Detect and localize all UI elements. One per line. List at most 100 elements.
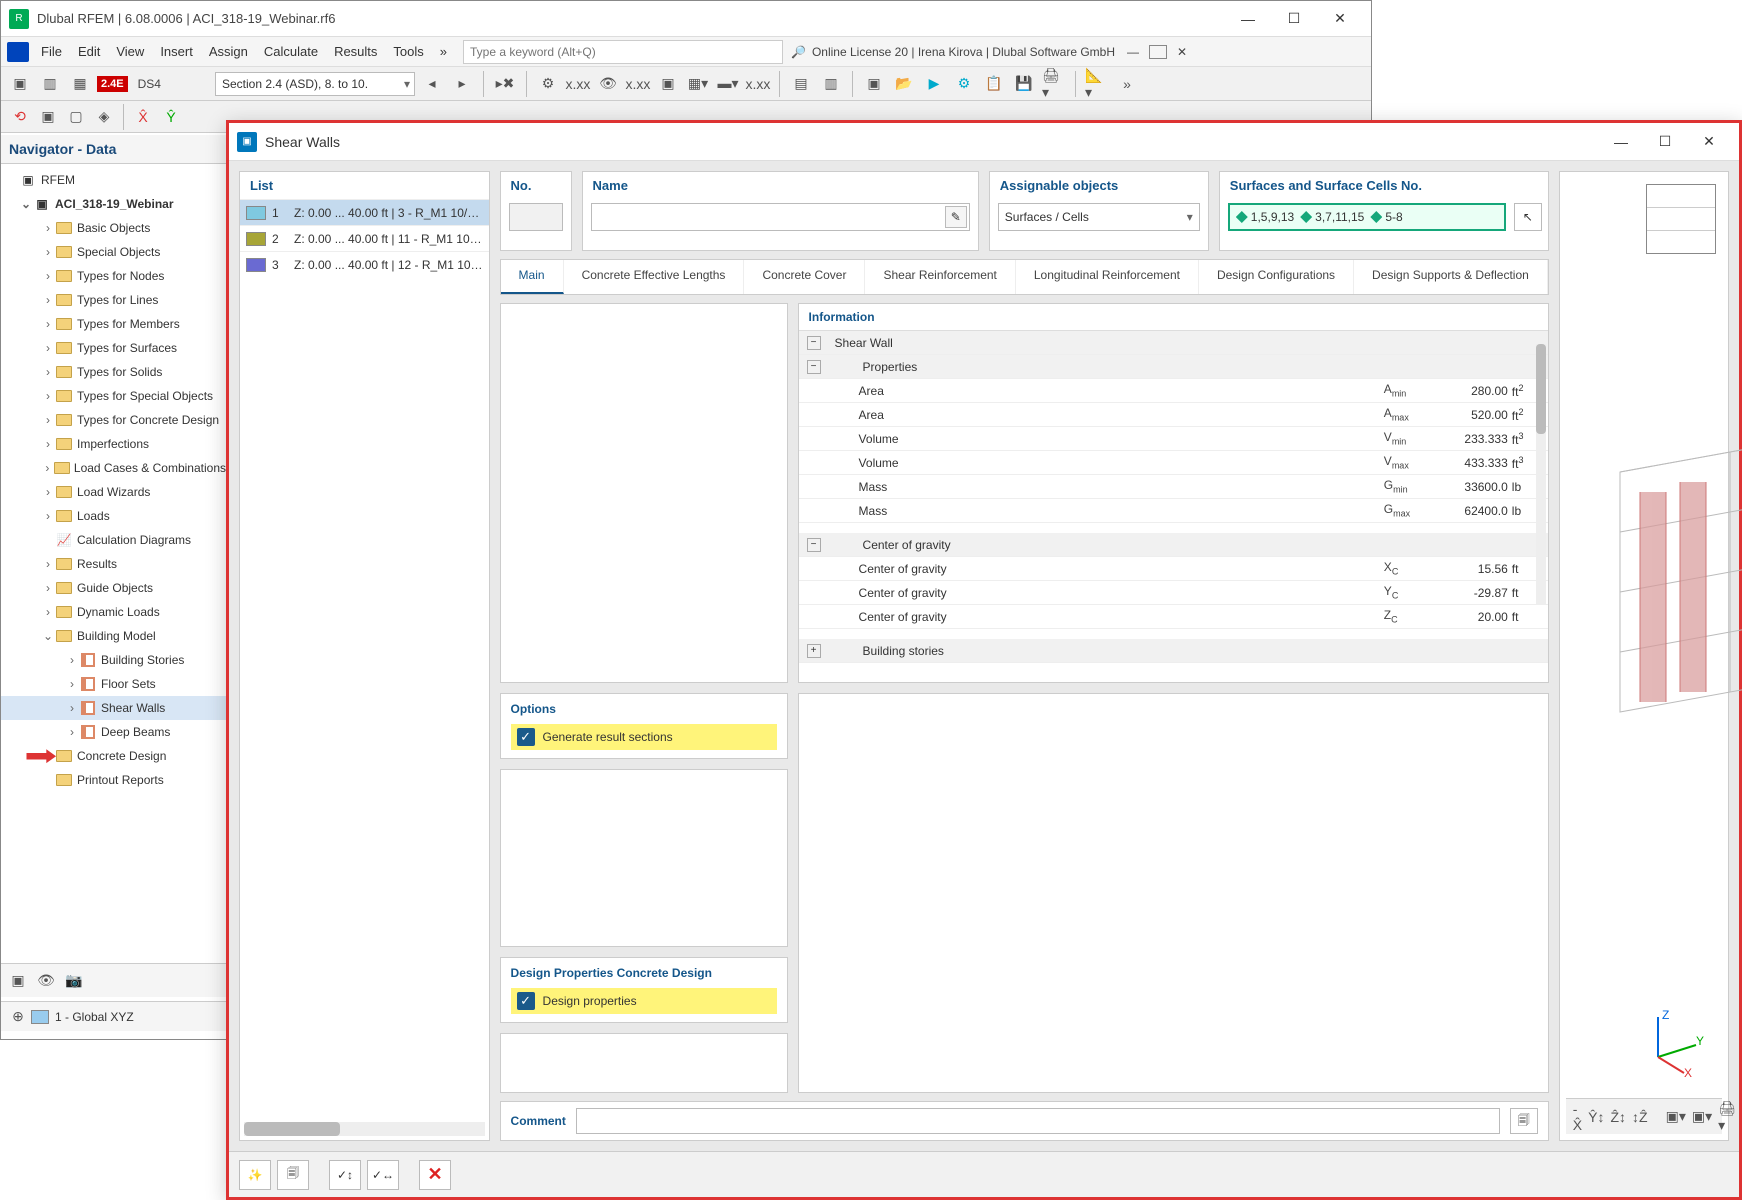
camera-icon[interactable]: 📷 xyxy=(61,968,87,994)
view-z-icon[interactable]: Ẑ↕ xyxy=(1609,1104,1627,1130)
tool-icon[interactable]: x.xx xyxy=(625,71,651,97)
restore-icon[interactable] xyxy=(1149,45,1167,59)
tool-icon[interactable]: ▣ xyxy=(5,968,31,994)
tab-shear-reinf[interactable]: Shear Reinforcement xyxy=(865,260,1015,294)
cube-icon[interactable]: ▣ xyxy=(655,71,681,97)
check2-button[interactable]: ✓↔ xyxy=(367,1160,399,1190)
tree-item[interactable]: Types for Lines xyxy=(77,293,158,307)
list-item[interactable]: 2 Z: 0.00 ... 40.00 ft | 11 - R_M1 10… xyxy=(240,225,489,251)
model-preview[interactable] xyxy=(1580,352,1742,792)
play-icon[interactable]: ▶ xyxy=(921,71,947,97)
tree-project[interactable]: ACI_318-19_Webinar xyxy=(55,197,174,211)
dialog-close[interactable]: ✕ xyxy=(1687,127,1731,157)
tool-icon[interactable]: ⚙ xyxy=(535,71,561,97)
menu-results[interactable]: Results xyxy=(326,40,385,63)
new-button[interactable]: ✨ xyxy=(239,1160,271,1190)
tool-icon[interactable]: ▥ xyxy=(818,71,844,97)
tree-item[interactable]: Deep Beams xyxy=(101,725,170,739)
tree-item[interactable]: Types for Members xyxy=(77,317,180,331)
menu-tools[interactable]: Tools xyxy=(385,40,431,63)
preview-3d-panel[interactable]: Z Y X -X̂ Ŷ↕ Ẑ↕ ↕Ẑ ▣▾ ▣▾ 🖨▾ ⟲ xyxy=(1559,171,1729,1141)
view-cube-icon[interactable]: ▣▾ xyxy=(1691,1104,1713,1130)
view-iso-icon[interactable]: ↕Ẑ xyxy=(1631,1104,1649,1130)
folder-icon[interactable]: 📂 xyxy=(891,71,917,97)
tool-icon[interactable]: ▤ xyxy=(788,71,814,97)
menu-edit[interactable]: Edit xyxy=(70,40,108,63)
menu-calculate[interactable]: Calculate xyxy=(256,40,326,63)
eye-icon[interactable]: 👁 xyxy=(595,71,621,97)
navigator-tree[interactable]: ▣RFEM ⌄▣ACI_318-19_Webinar ›Basic Object… xyxy=(1,164,226,796)
tree-item[interactable]: Dynamic Loads xyxy=(77,605,160,619)
search-input[interactable] xyxy=(463,40,783,64)
eye-icon[interactable]: 👁 xyxy=(33,968,59,994)
tree-building-model[interactable]: Building Model xyxy=(77,629,156,643)
maximize-button[interactable]: ☐ xyxy=(1271,4,1317,34)
collapse-icon[interactable]: − xyxy=(807,360,821,374)
tool-icon[interactable]: ▣ xyxy=(861,71,887,97)
menu-assign[interactable]: Assign xyxy=(201,40,256,63)
pick-button[interactable]: ↖ xyxy=(1514,203,1542,231)
tree-root[interactable]: RFEM xyxy=(41,173,75,187)
check-button[interactable]: ✓↕ xyxy=(329,1160,361,1190)
tool-icon[interactable]: x.xx xyxy=(565,71,591,97)
menu-insert[interactable]: Insert xyxy=(152,40,201,63)
tab-eff-lengths[interactable]: Concrete Effective Lengths xyxy=(564,260,745,294)
cube-icon[interactable]: ◈ xyxy=(91,104,117,130)
list-body[interactable]: 1 Z: 0.00 ... 40.00 ft | 3 - R_M1 10/… 2… xyxy=(240,199,489,277)
tool-icon[interactable]: ▥ xyxy=(37,71,63,97)
checkbox-checked-icon[interactable]: ✓ xyxy=(517,728,535,746)
assignable-select[interactable]: Surfaces / Cells xyxy=(998,203,1200,231)
tree-item[interactable]: Types for Special Objects xyxy=(77,389,213,403)
menu-view[interactable]: View xyxy=(108,40,152,63)
tree-item[interactable]: Imperfections xyxy=(77,437,149,451)
list-item[interactable]: 3 Z: 0.00 ... 40.00 ft | 12 - R_M1 10… xyxy=(240,251,489,277)
tree-item[interactable]: Special Objects xyxy=(77,245,160,259)
axis-x-icon[interactable]: X̂ xyxy=(130,104,156,130)
tab-design-config[interactable]: Design Configurations xyxy=(1199,260,1354,294)
collapse-icon[interactable]: − xyxy=(807,336,821,350)
tool-icon[interactable]: x.xx xyxy=(745,71,771,97)
dialog-minimize[interactable]: — xyxy=(1599,127,1643,157)
name-field[interactable]: ✎ xyxy=(591,203,970,231)
tree-shear-walls[interactable]: Shear Walls xyxy=(101,701,165,715)
print-icon[interactable]: 🖨▾ xyxy=(1717,1104,1737,1130)
collapse-icon[interactable]: − xyxy=(807,538,821,552)
tree-item[interactable]: Guide Objects xyxy=(77,581,153,595)
checkbox-checked-icon[interactable]: ✓ xyxy=(517,992,535,1010)
view-mode-icon[interactable]: ▣▾ xyxy=(1665,1104,1687,1130)
comment-more-button[interactable]: 🗐 xyxy=(1510,1108,1538,1134)
grid-icon[interactable]: ▦▾ xyxy=(685,71,711,97)
tree-item[interactable]: Loads xyxy=(77,509,110,523)
delete-button[interactable]: ✕ xyxy=(419,1160,451,1190)
tab-main[interactable]: Main xyxy=(501,260,564,294)
tool-icon[interactable]: ▦ xyxy=(67,71,93,97)
comment-field[interactable] xyxy=(576,1108,1500,1134)
tool-icon[interactable]: 📋 xyxy=(981,71,1007,97)
flag-icon[interactable]: ▸✖ xyxy=(492,71,518,97)
tree-item[interactable]: Building Stories xyxy=(101,653,184,667)
tool-icon[interactable]: 📐▾ xyxy=(1084,71,1110,97)
minimize-button[interactable]: — xyxy=(1225,4,1271,34)
vertical-scrollbar[interactable] xyxy=(1536,344,1546,604)
close-button[interactable]: ✕ xyxy=(1317,4,1363,34)
list-item[interactable]: 1 Z: 0.00 ... 40.00 ft | 3 - R_M1 10/… xyxy=(240,199,489,225)
option-generate-sections[interactable]: ✓ Generate result sections xyxy=(511,724,777,750)
section-select[interactable]: Section 2.4 (ASD), 8. to 10. xyxy=(215,72,415,96)
copy-button[interactable]: 🗐 xyxy=(277,1160,309,1190)
refresh-icon[interactable]: ⟲ xyxy=(7,104,33,130)
tree-item[interactable]: Load Wizards xyxy=(77,485,150,499)
tree-item[interactable]: Types for Solids xyxy=(77,365,162,379)
view-x-icon[interactable]: -X̂ xyxy=(1572,1104,1583,1130)
tab-supports[interactable]: Design Supports & Deflection xyxy=(1354,260,1548,294)
tree-item[interactable]: Floor Sets xyxy=(101,677,156,691)
gear-icon[interactable]: ⚙ xyxy=(951,71,977,97)
save-icon[interactable]: 💾 xyxy=(1011,71,1037,97)
tool-icon[interactable]: ▣ xyxy=(7,71,33,97)
print-icon[interactable]: 🖨▾ xyxy=(1041,71,1067,97)
tree-item[interactable]: Types for Surfaces xyxy=(77,341,177,355)
view-cube[interactable] xyxy=(1646,184,1716,254)
expand-icon[interactable]: + xyxy=(807,644,821,658)
tree-item[interactable]: Types for Concrete Design xyxy=(77,413,219,427)
tree-item[interactable]: Concrete Design xyxy=(77,749,166,763)
tab-long-reinf[interactable]: Longitudinal Reinforcement xyxy=(1016,260,1199,294)
